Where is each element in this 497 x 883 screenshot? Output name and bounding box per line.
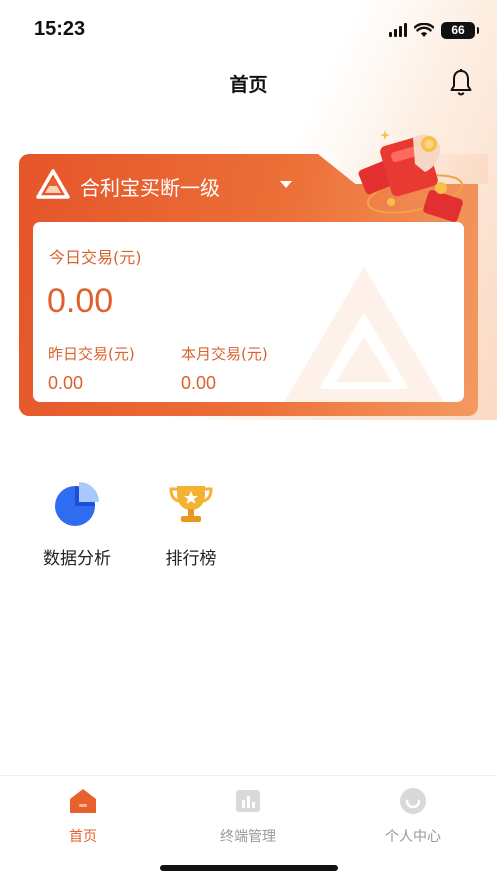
bar-chart-icon — [236, 790, 260, 812]
bell-icon[interactable] — [449, 68, 473, 96]
home-indicator — [160, 865, 338, 871]
chevron-down-icon[interactable] — [280, 181, 292, 188]
tab-profile-label: 个人中心 — [385, 829, 441, 845]
profile-icon — [400, 788, 426, 814]
transaction-summary: 今日交易(元) 0.00 昨日交易(元) 0.00 本月交易(元) 0.00 — [33, 222, 464, 402]
logo-watermark-icon — [284, 267, 444, 402]
trophy-icon — [169, 486, 213, 522]
month-label: 本月交易(元) — [181, 345, 268, 363]
month-value: 0.00 — [181, 373, 217, 393]
leaderboard-button[interactable]: 排行榜 — [146, 480, 236, 569]
today-label: 今日交易(元) — [49, 248, 142, 267]
tab-home[interactable]: 首页 — [28, 786, 138, 846]
leaderboard-label: 排行榜 — [165, 549, 217, 569]
data-analysis-button[interactable]: 数据分析 — [32, 480, 122, 569]
tab-profile[interactable]: 个人中心 — [358, 786, 468, 846]
status-icons: 66 — [389, 20, 479, 40]
yesterday-label: 昨日交易(元) — [48, 345, 135, 363]
battery-icon: 66 — [441, 21, 479, 39]
home-icon — [70, 789, 96, 813]
yesterday-value: 0.00 — [48, 373, 84, 393]
pie-chart-icon — [55, 482, 99, 526]
tab-terminal-management[interactable]: 终端管理 — [193, 786, 303, 846]
signal-icon — [389, 23, 407, 37]
merchant-selector[interactable]: 合利宝买断一级 — [80, 172, 220, 201]
red-envelope-illustration-icon — [358, 130, 464, 222]
tab-terminal-label: 终端管理 — [220, 829, 276, 845]
page-title: 首页 — [229, 74, 268, 96]
status-bar: 15:23 66 — [0, 0, 497, 56]
tab-home-label: 首页 — [69, 829, 97, 845]
status-time: 15:23 — [34, 18, 86, 40]
today-value: 0.00 — [47, 282, 114, 320]
data-analysis-label: 数据分析 — [43, 549, 111, 569]
company-logo-icon — [36, 169, 70, 199]
yesterday-stat: 昨日交易(元) 0.00 — [48, 343, 135, 394]
month-stat: 本月交易(元) 0.00 — [181, 343, 268, 394]
wifi-icon — [414, 22, 434, 37]
